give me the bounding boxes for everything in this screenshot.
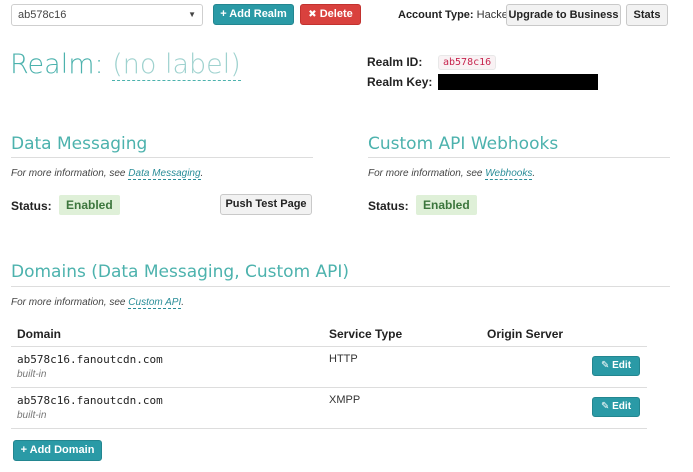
divider	[11, 157, 313, 158]
row-divider	[11, 428, 647, 429]
domain-cell: ab578c16.fanoutcdn.com	[17, 394, 163, 407]
realm-title: Realm: (no label)	[10, 49, 241, 81]
divider	[368, 157, 670, 158]
data-messaging-title: Data Messaging	[11, 134, 148, 154]
delete-realm-button[interactable]: ✖ Delete	[300, 4, 361, 25]
service-type-cell: XMPP	[329, 394, 361, 406]
info-text: For more information, see	[11, 297, 126, 308]
custom-api-link[interactable]: Custom API	[128, 297, 182, 309]
column-header-service-type: Service Type	[329, 327, 403, 341]
x-icon: ✖	[308, 9, 317, 20]
domain-cell: ab578c16.fanoutcdn.com	[17, 353, 163, 366]
chevron-down-icon: ▼	[188, 10, 196, 19]
data-messaging-link[interactable]: Data Messaging	[128, 168, 201, 180]
stats-button[interactable]: Stats	[626, 4, 668, 26]
webhooks-link[interactable]: Webhooks	[485, 168, 533, 180]
webhooks-status-badge: Enabled	[416, 195, 477, 215]
realm-title-label: Realm:	[10, 49, 104, 80]
edit-label: Edit	[612, 360, 632, 371]
realm-key-label: Realm Key:	[367, 75, 433, 89]
data-messaging-status-label: Status:	[11, 199, 52, 213]
column-header-origin-server: Origin Server	[487, 327, 564, 341]
edit-icon: ✎	[600, 401, 610, 412]
domain-sub-cell: built-in	[17, 410, 47, 421]
data-messaging-info: For more information, see Data Messaging…	[11, 168, 204, 180]
edit-icon: ✎	[600, 360, 610, 371]
info-text: For more information, see	[11, 168, 126, 179]
account-type-label: Account Type:	[398, 9, 474, 21]
divider	[11, 286, 670, 287]
info-text: For more information, see	[368, 168, 483, 179]
domain-sub-cell: built-in	[17, 369, 47, 380]
info-suffix: .	[200, 168, 204, 179]
webhooks-status-label: Status:	[368, 199, 409, 213]
realm-id-value: ab578c16	[438, 55, 497, 70]
column-header-domain: Domain	[17, 327, 62, 341]
webhooks-title: Custom API Webhooks	[368, 134, 559, 154]
add-realm-button[interactable]: + Add Realm	[213, 4, 294, 25]
webhooks-info: For more information, see Webhooks.	[368, 168, 536, 180]
push-test-page-button[interactable]: Push Test Page	[220, 194, 312, 215]
add-domain-button[interactable]: + Add Domain	[13, 440, 102, 461]
realm-id-label: Realm ID:	[367, 55, 423, 69]
delete-label: Delete	[319, 8, 353, 20]
domains-info: For more information, see Custom API.	[11, 297, 185, 309]
table-row: ab578c16.fanoutcdn.com built-in XMPP ✎ E…	[11, 388, 647, 428]
domains-title: Domains (Data Messaging, Custom API)	[11, 262, 350, 282]
table-row: ab578c16.fanoutcdn.com built-in HTTP ✎ E…	[11, 347, 647, 387]
edit-domain-button[interactable]: ✎ Edit	[592, 397, 640, 417]
realm-select-value: ab578c16	[18, 9, 67, 21]
add-domain-label: + Add Domain	[20, 444, 95, 456]
realm-label-editable[interactable]: (no label)	[112, 49, 241, 81]
service-type-cell: HTTP	[329, 353, 358, 365]
stats-label: Stats	[633, 9, 661, 21]
upgrade-label: Upgrade to Business	[508, 9, 619, 21]
realm-key-redacted	[438, 74, 598, 90]
push-test-page-label: Push Test Page	[225, 198, 307, 210]
data-messaging-status-badge: Enabled	[59, 195, 120, 215]
realm-select[interactable]: ab578c16 ▼	[11, 4, 203, 26]
info-suffix: .	[181, 297, 185, 308]
edit-domain-button[interactable]: ✎ Edit	[592, 356, 640, 376]
info-suffix: .	[532, 168, 536, 179]
upgrade-button[interactable]: Upgrade to Business	[506, 4, 621, 26]
account-type: Account Type: Hacker	[398, 9, 511, 21]
add-realm-label: + Add Realm	[220, 8, 287, 20]
edit-label: Edit	[612, 401, 632, 412]
